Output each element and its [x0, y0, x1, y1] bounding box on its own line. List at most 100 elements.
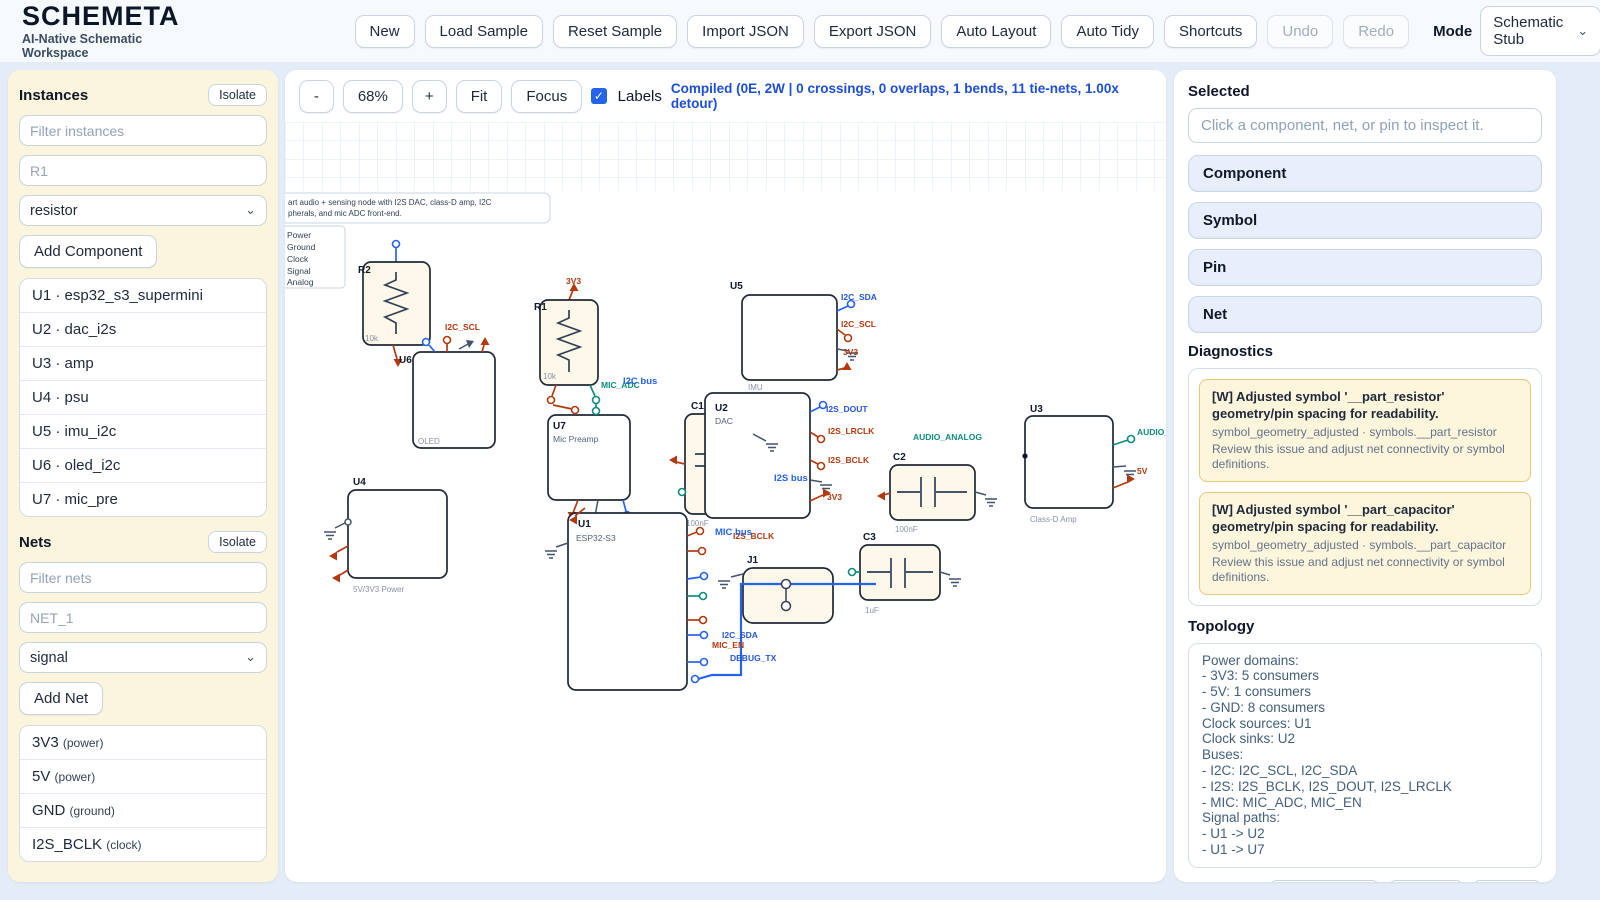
net-label[interactable]: AUDIO_ANALOG — [913, 432, 982, 442]
redo-button[interactable]: Redo — [1343, 15, 1409, 48]
undo-button[interactable]: Undo — [1267, 15, 1333, 48]
pin[interactable] — [701, 632, 708, 639]
pin[interactable] — [699, 548, 706, 555]
net-label[interactable]: I2C bus — [623, 376, 657, 387]
pin[interactable] — [849, 569, 856, 576]
net-label[interactable]: 3V3 — [843, 347, 858, 357]
net-label[interactable]: I2C_SDA — [722, 630, 758, 640]
isolate-nets-button[interactable]: Isolate — [208, 531, 267, 553]
diagnostic-warning[interactable]: [W] Adjusted symbol '__part_capacitor' g… — [1199, 492, 1531, 595]
format-button[interactable]: Format — [1472, 880, 1542, 882]
auto-tidy-button[interactable]: Auto Tidy — [1061, 15, 1154, 48]
pin[interactable] — [818, 436, 825, 443]
component-u6[interactable]: U6 OLED — [399, 337, 495, 449]
pin[interactable] — [697, 528, 704, 535]
validate-button[interactable]: Validate — [1388, 880, 1464, 882]
net-item[interactable]: GND (ground) — [20, 793, 266, 827]
net-label[interactable]: I2S bus — [774, 473, 808, 484]
connector-pin[interactable] — [782, 580, 791, 589]
net-label[interactable]: DEBUG_TX — [730, 653, 777, 663]
pin[interactable] — [593, 408, 600, 415]
instance-item[interactable]: U1 · esp32_s3_supermini — [20, 279, 266, 312]
ref-designator-input[interactable] — [19, 155, 267, 186]
net-label[interactable]: I2C_SDA — [841, 292, 877, 302]
net-item[interactable]: 5V (power) — [20, 759, 266, 793]
pin[interactable] — [548, 397, 555, 404]
section-pin[interactable]: Pin — [1188, 249, 1542, 286]
net-type-select[interactable]: signal ⌄ — [19, 642, 267, 673]
component-u4[interactable]: U4 5V/3V3 Power — [324, 477, 447, 594]
isolate-instances-button[interactable]: Isolate — [208, 84, 267, 106]
component-c3[interactable]: C3 1uF — [849, 532, 962, 615]
component-r2[interactable]: R2 10k — [358, 241, 430, 368]
connector-pin[interactable] — [782, 602, 791, 611]
component-u5[interactable]: U5 IMU — [730, 281, 858, 392]
net-label[interactable]: 3V3 — [566, 276, 581, 286]
filter-nets-input[interactable] — [19, 562, 267, 593]
export-json-button[interactable]: Export JSON — [814, 15, 932, 48]
diagnostic-warning[interactable]: [W] Adjusted symbol '__part_resistor' ge… — [1199, 379, 1531, 482]
component-j1[interactable]: J1 — [718, 555, 833, 623]
net-label[interactable]: MIC_EN — [712, 640, 744, 650]
net-item[interactable]: I2S_BCLK (clock) — [20, 827, 266, 861]
import-json-button[interactable]: Import JSON — [687, 15, 804, 48]
load-sample-button[interactable]: Load Sample — [425, 15, 543, 48]
component-u3[interactable]: U3 Class-D Amp — [1022, 404, 1136, 524]
component-r1[interactable]: R1 10k — [534, 283, 600, 404]
section-component[interactable]: Component — [1188, 155, 1542, 192]
component-u2[interactable]: U2 DAC — [705, 393, 832, 518]
add-net-button[interactable]: Add Net — [19, 682, 103, 715]
labels-checkbox-label[interactable]: Labels — [618, 88, 662, 105]
instance-item[interactable]: U2 · dac_i2s — [20, 312, 266, 346]
net-label[interactable]: I2S_LRCLK — [828, 426, 875, 436]
pin[interactable] — [593, 397, 600, 404]
net-label[interactable]: 3V3 — [827, 492, 842, 502]
zoom-level-button[interactable]: 68% — [343, 80, 403, 113]
net-label[interactable]: MIC bus — [715, 527, 752, 538]
instance-item[interactable]: U6 · oled_i2c — [20, 448, 266, 482]
net-label[interactable]: I2C_SCL — [445, 322, 480, 332]
pin[interactable] — [1128, 436, 1135, 443]
pin[interactable] — [572, 407, 579, 414]
pin[interactable] — [701, 659, 708, 666]
schematic-viewport[interactable]: art audio + sensing node with I2S DAC, c… — [285, 122, 1166, 882]
reset-sample-button[interactable]: Reset Sample — [553, 15, 677, 48]
zoom-out-button[interactable]: - — [299, 80, 334, 113]
pin[interactable] — [345, 519, 351, 525]
instance-item[interactable]: U3 · amp — [20, 346, 266, 380]
add-component-button[interactable]: Add Component — [19, 235, 157, 268]
instance-item[interactable]: U4 · psu — [20, 380, 266, 414]
focus-button[interactable]: Focus — [511, 80, 582, 113]
auto-layout-button[interactable]: Auto Layout — [941, 15, 1051, 48]
labels-checkbox[interactable]: ✓ — [591, 88, 606, 104]
filter-instances-input[interactable] — [19, 115, 267, 146]
net-label[interactable]: 5V — [1137, 466, 1148, 476]
view-schema-button[interactable]: View Schema — [1269, 880, 1380, 882]
pin[interactable] — [393, 241, 400, 248]
component-c2[interactable]: C2 100nF — [877, 452, 997, 534]
instance-item[interactable]: U5 · imu_i2c — [20, 414, 266, 448]
schematic-canvas[interactable]: art audio + sensing node with I2S DAC, c… — [285, 122, 1166, 882]
pin[interactable] — [845, 335, 852, 342]
shortcuts-button[interactable]: Shortcuts — [1164, 15, 1257, 48]
pin[interactable] — [701, 573, 708, 580]
net-item[interactable]: 3V3 (power) — [20, 726, 266, 759]
fit-button[interactable]: Fit — [456, 80, 503, 113]
new-button[interactable]: New — [355, 15, 415, 48]
pin[interactable] — [692, 676, 699, 683]
net-label[interactable]: I2C_SCL — [841, 319, 876, 329]
zoom-in-button[interactable]: + — [412, 80, 447, 113]
pin[interactable] — [700, 593, 707, 600]
net-label[interactable]: AUDIO_ANALOG — [1137, 427, 1166, 437]
net-label[interactable]: I2S_BCLK — [828, 455, 870, 465]
component-type-select[interactable]: resistor ⌄ — [19, 195, 267, 226]
net-label[interactable]: I2S_DOUT — [826, 404, 868, 414]
net-name-input[interactable] — [19, 602, 267, 633]
pin[interactable] — [444, 337, 451, 344]
pin[interactable] — [423, 339, 430, 346]
component-u1[interactable]: U1 ESP32-S3 — [545, 508, 708, 690]
section-net[interactable]: Net — [1188, 296, 1542, 333]
mode-select[interactable]: Schematic Stub ⌄ — [1480, 6, 1600, 56]
instance-item[interactable]: U7 · mic_pre — [20, 482, 266, 516]
pin[interactable] — [679, 489, 686, 496]
